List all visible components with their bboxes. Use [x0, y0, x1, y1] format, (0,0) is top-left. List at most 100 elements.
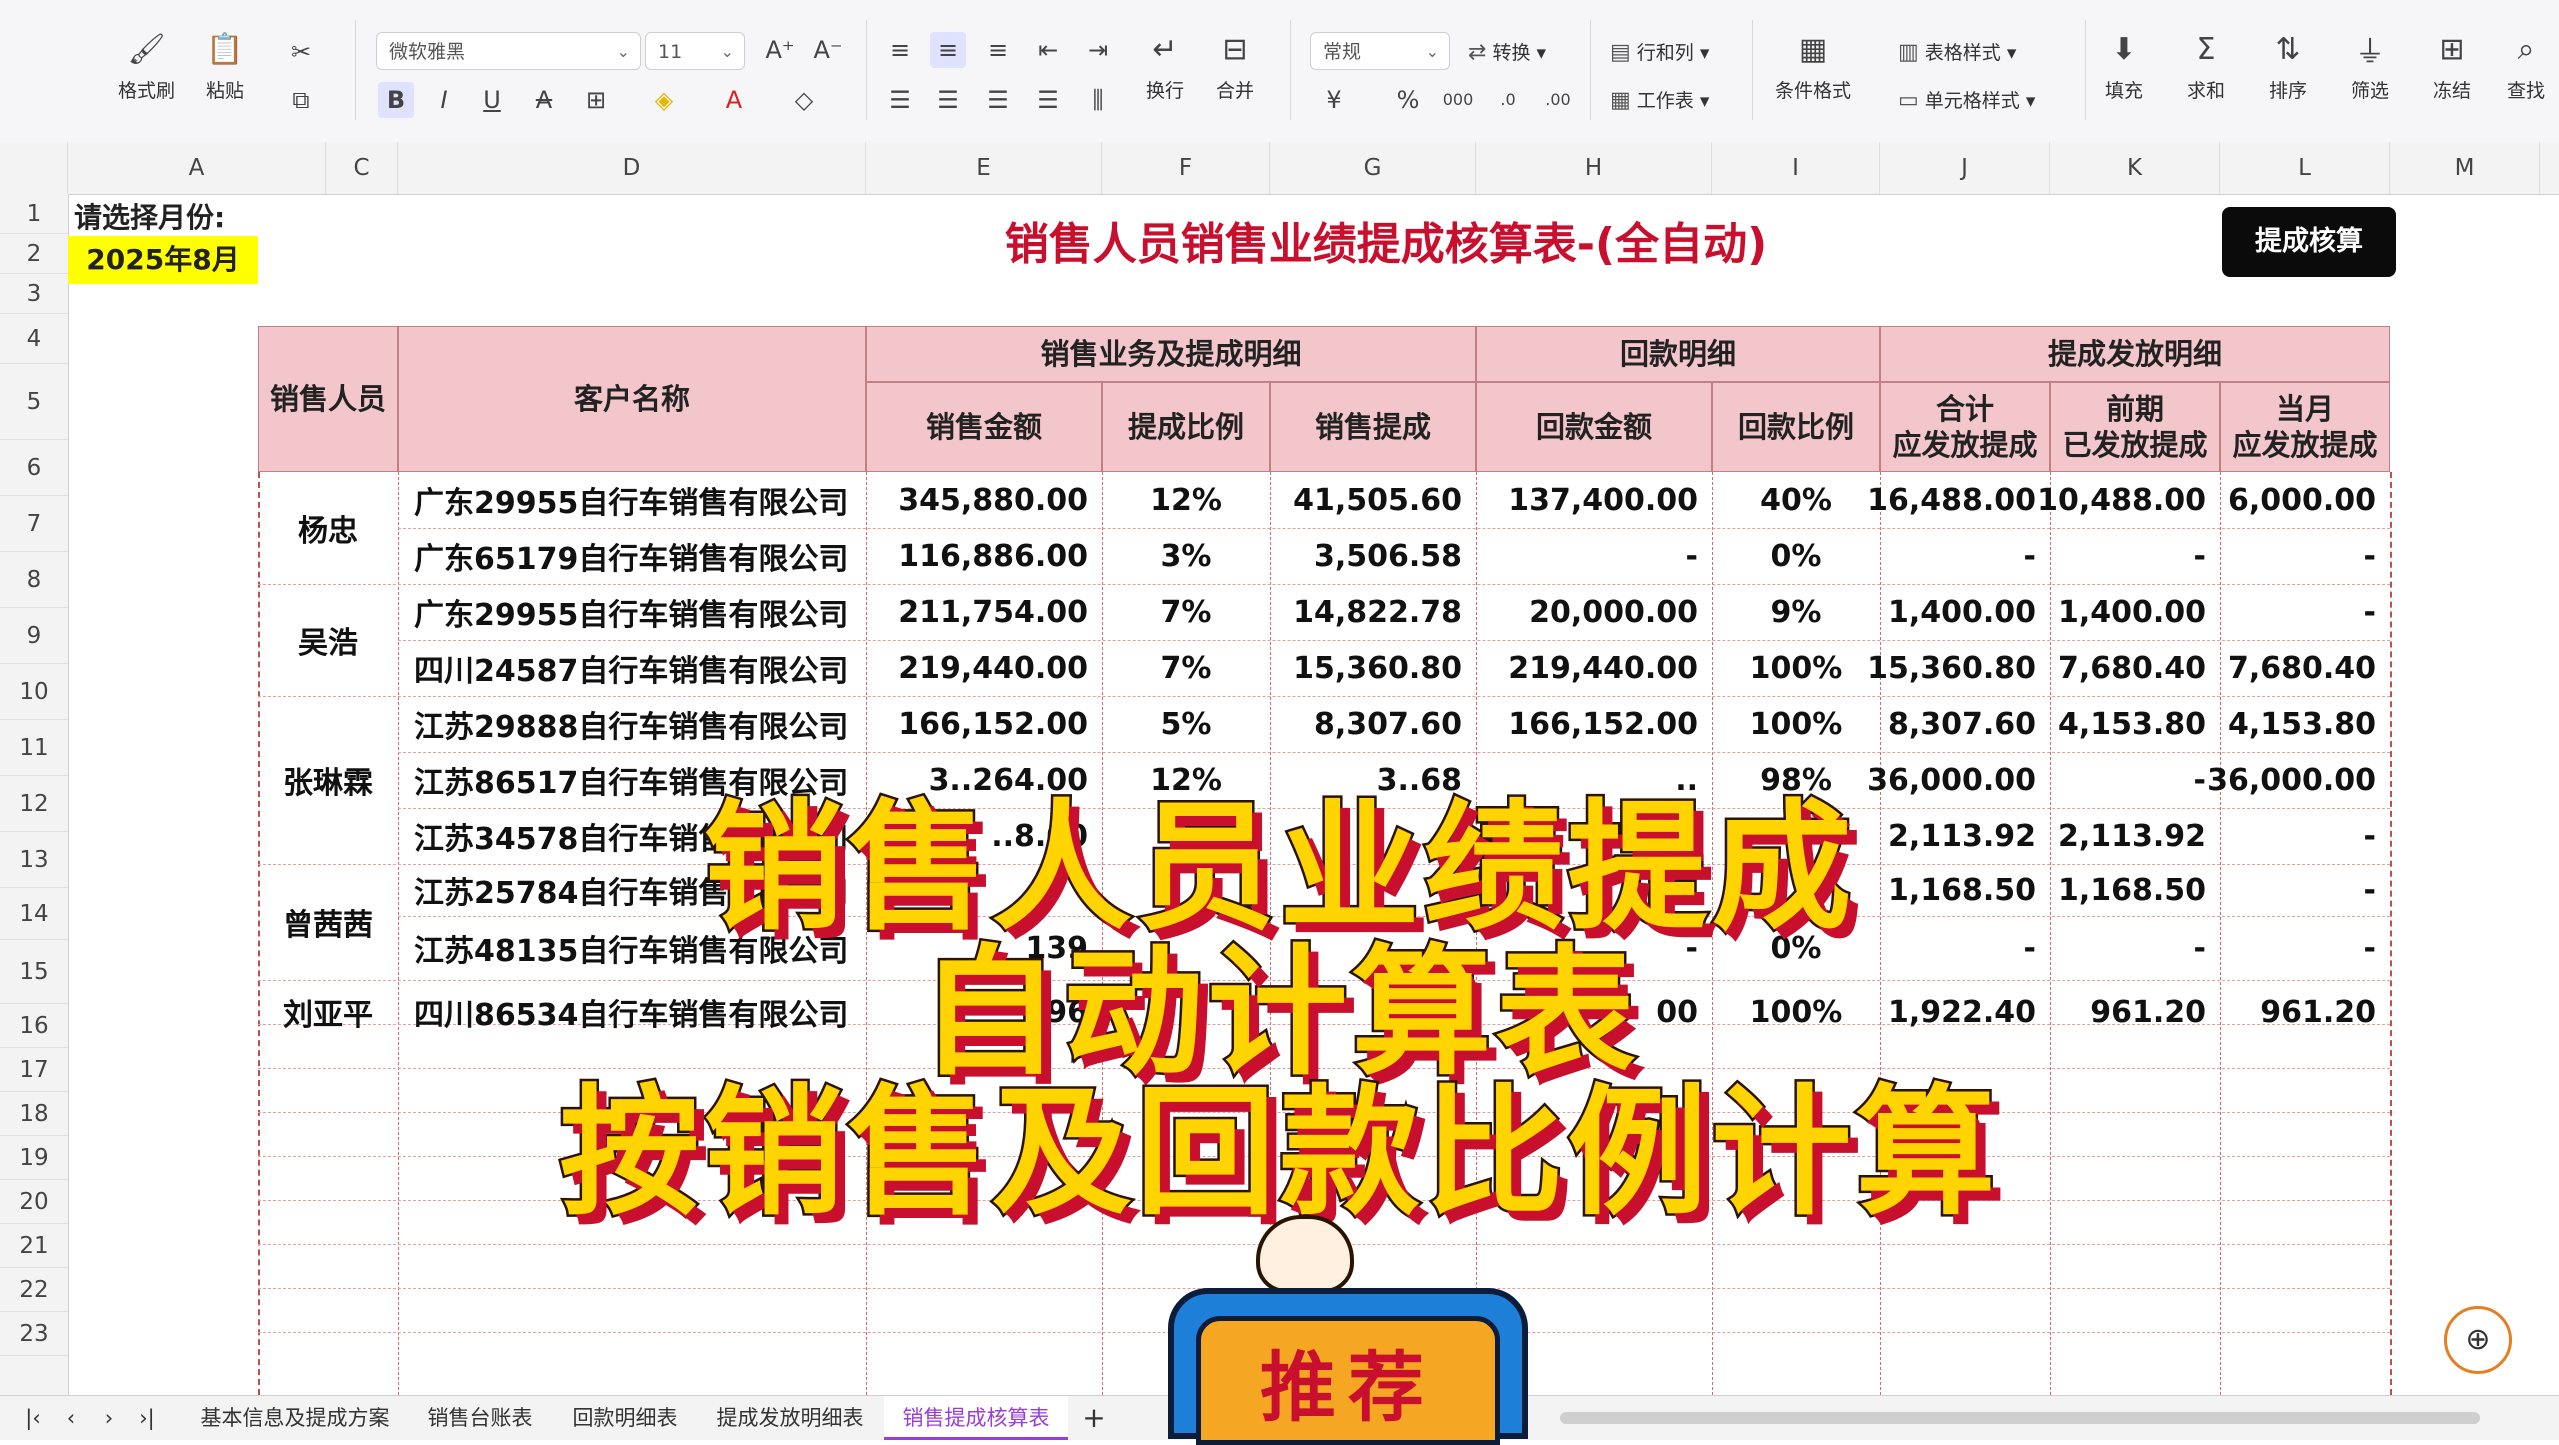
- cell-style-button[interactable]: ▭ 单元格样式 ▾: [1898, 86, 2035, 113]
- select-all-corner[interactable]: [0, 142, 68, 194]
- column-header[interactable]: E: [866, 142, 1102, 194]
- column-header[interactable]: J: [1880, 142, 2050, 194]
- align-middle-icon[interactable]: ≡: [930, 32, 966, 68]
- sheet-tab[interactable]: 提成发放明细表: [700, 1396, 880, 1440]
- total-payable-cell[interactable]: 1,400.00: [1880, 584, 2050, 640]
- sales-amount-cell[interactable]: 116,886.00: [866, 528, 1102, 584]
- sales-amount-cell[interactable]: 345,880.00: [866, 472, 1102, 528]
- sales-commission-cell[interactable]: 41,505.60: [1270, 472, 1476, 528]
- payment-amount-cell[interactable]: 20,000.00: [1476, 584, 1712, 640]
- current-payable-cell[interactable]: -: [2220, 584, 2390, 640]
- payment-amount-cell[interactable]: 166,152.00: [1476, 696, 1712, 752]
- paste-button[interactable]: 📋 粘贴: [205, 30, 245, 103]
- convert-button[interactable]: ⇄ 转换 ▾: [1468, 38, 1546, 65]
- bold-button[interactable]: B: [378, 82, 414, 118]
- font-size-select[interactable]: 11 ⌄: [645, 32, 745, 70]
- commission-rate-cell[interactable]: 7%: [1102, 584, 1270, 640]
- italic-button[interactable]: I: [426, 82, 462, 118]
- row-header[interactable]: 5: [0, 364, 68, 440]
- customer-cell[interactable]: 广东65179自行车销售有限公司: [398, 528, 866, 584]
- commission-rate-cell[interactable]: 12%: [1102, 472, 1270, 528]
- payment-amount-cell[interactable]: -: [1476, 528, 1712, 584]
- increase-indent-icon[interactable]: ⇥: [1080, 32, 1116, 68]
- rows-cols-button[interactable]: ▤ 行和列 ▾: [1610, 38, 1709, 65]
- payment-amount-cell[interactable]: 219,440.00: [1476, 640, 1712, 696]
- sales-amount-cell[interactable]: 219,440.00: [866, 640, 1102, 696]
- cut-icon[interactable]: ✂: [283, 34, 319, 70]
- sheet-tab-active[interactable]: 销售提成核算表: [884, 1396, 1068, 1440]
- border-icon[interactable]: ⊞: [578, 82, 614, 118]
- column-header[interactable]: L: [2220, 142, 2390, 194]
- format-painter-button[interactable]: 🖌 格式刷: [118, 30, 175, 103]
- freeze-button[interactable]: ⊞ 冻结: [2432, 30, 2472, 103]
- current-payable-cell[interactable]: -: [2220, 528, 2390, 584]
- prior-paid-cell[interactable]: 10,488.00: [2037, 472, 2220, 528]
- find-button[interactable]: ⌕ 查找: [2506, 30, 2546, 103]
- currency-icon[interactable]: ¥: [1316, 82, 1352, 118]
- strikethrough-button[interactable]: A: [526, 82, 562, 118]
- month-select-cell[interactable]: 2025年8月: [68, 236, 258, 284]
- column-header[interactable]: K: [2050, 142, 2220, 194]
- total-payable-cell[interactable]: -: [1880, 528, 2050, 584]
- last-sheet-icon[interactable]: ›|: [134, 1396, 160, 1440]
- prior-paid-cell[interactable]: 4,153.80: [2050, 696, 2220, 752]
- conditional-format-button[interactable]: ▦ 条件格式: [1775, 30, 1851, 103]
- sheet-tab[interactable]: 基本信息及提成方案: [180, 1396, 410, 1440]
- merge-button[interactable]: ⊟ 合并: [1215, 30, 1255, 103]
- prior-paid-cell[interactable]: 7,680.40: [2050, 640, 2220, 696]
- commission-rate-cell[interactable]: 3%: [1102, 528, 1270, 584]
- decrease-font-icon[interactable]: A⁻: [810, 32, 846, 68]
- sales-amount-cell[interactable]: 166,152.00: [866, 696, 1102, 752]
- payment-amount-cell[interactable]: 137,400.00: [1476, 472, 1712, 528]
- remove-decimal-icon[interactable]: .00: [1540, 82, 1576, 118]
- underline-button[interactable]: U: [474, 82, 510, 118]
- sales-commission-cell[interactable]: 8,307.60: [1270, 696, 1476, 752]
- increase-font-icon[interactable]: A⁺: [762, 32, 798, 68]
- row-header[interactable]: 22: [0, 1268, 68, 1312]
- row-header[interactable]: 3: [0, 274, 68, 314]
- filter-button[interactable]: ⏚ 筛选: [2350, 30, 2390, 103]
- align-center-icon[interactable]: ☰: [930, 82, 966, 118]
- number-format-select[interactable]: 常规 ⌄: [1310, 32, 1450, 70]
- first-sheet-icon[interactable]: |‹: [20, 1396, 46, 1440]
- align-bottom-icon[interactable]: ≡: [980, 32, 1016, 68]
- calculate-commission-button[interactable]: 提成核算: [2222, 207, 2396, 277]
- customer-cell[interactable]: 广东29955自行车销售有限公司: [398, 472, 866, 528]
- commission-rate-cell[interactable]: 7%: [1102, 640, 1270, 696]
- column-header[interactable]: D: [398, 142, 866, 194]
- copy-icon[interactable]: ⧉: [283, 82, 319, 118]
- payment-ratio-cell[interactable]: 100%: [1712, 640, 1880, 696]
- column-header[interactable]: A: [68, 142, 326, 194]
- customer-cell[interactable]: 四川24587自行车销售有限公司: [398, 640, 866, 696]
- wrap-text-button[interactable]: ↵ 换行: [1145, 30, 1185, 103]
- horizontal-scrollbar[interactable]: [1560, 1412, 2480, 1424]
- row-header[interactable]: 4: [0, 314, 68, 364]
- prior-paid-cell[interactable]: -: [2050, 528, 2220, 584]
- next-sheet-icon[interactable]: ›: [96, 1396, 122, 1440]
- clear-format-icon[interactable]: ◇: [786, 82, 822, 118]
- add-decimal-icon[interactable]: .0: [1490, 82, 1526, 118]
- column-header[interactable]: I: [1712, 142, 1880, 194]
- customer-cell[interactable]: 江苏29888自行车销售有限公司: [398, 696, 866, 752]
- payment-ratio-cell[interactable]: 40%: [1712, 472, 1880, 528]
- sales-commission-cell[interactable]: 15,360.80: [1270, 640, 1476, 696]
- floating-add-icon[interactable]: ⊕: [2444, 1306, 2512, 1374]
- font-name-select[interactable]: 微软雅黑 ⌄: [376, 32, 641, 70]
- sales-amount-cell[interactable]: 211,754.00: [866, 584, 1102, 640]
- total-payable-cell[interactable]: 8,307.60: [1880, 696, 2050, 752]
- payment-ratio-cell[interactable]: 100%: [1712, 696, 1880, 752]
- total-payable-cell[interactable]: 15,360.80: [1867, 640, 2050, 696]
- salesperson-cell[interactable]: 吴浩: [258, 584, 398, 696]
- row-header[interactable]: 2: [0, 234, 68, 274]
- sort-button[interactable]: ⇅ 排序: [2268, 30, 2308, 103]
- percent-icon[interactable]: %: [1390, 82, 1426, 118]
- column-header[interactable]: G: [1270, 142, 1476, 194]
- worksheet-button[interactable]: ▦ 工作表 ▾: [1610, 86, 1709, 113]
- justify-icon[interactable]: ☰: [1030, 82, 1066, 118]
- font-color-icon[interactable]: A: [716, 82, 752, 118]
- payment-ratio-cell[interactable]: 0%: [1712, 528, 1880, 584]
- table-style-button[interactable]: ▥ 表格样式 ▾: [1898, 38, 2016, 65]
- column-header[interactable]: M: [2390, 142, 2540, 194]
- row-header[interactable]: 8: [0, 552, 68, 608]
- current-payable-cell[interactable]: 7,680.40: [2220, 640, 2390, 696]
